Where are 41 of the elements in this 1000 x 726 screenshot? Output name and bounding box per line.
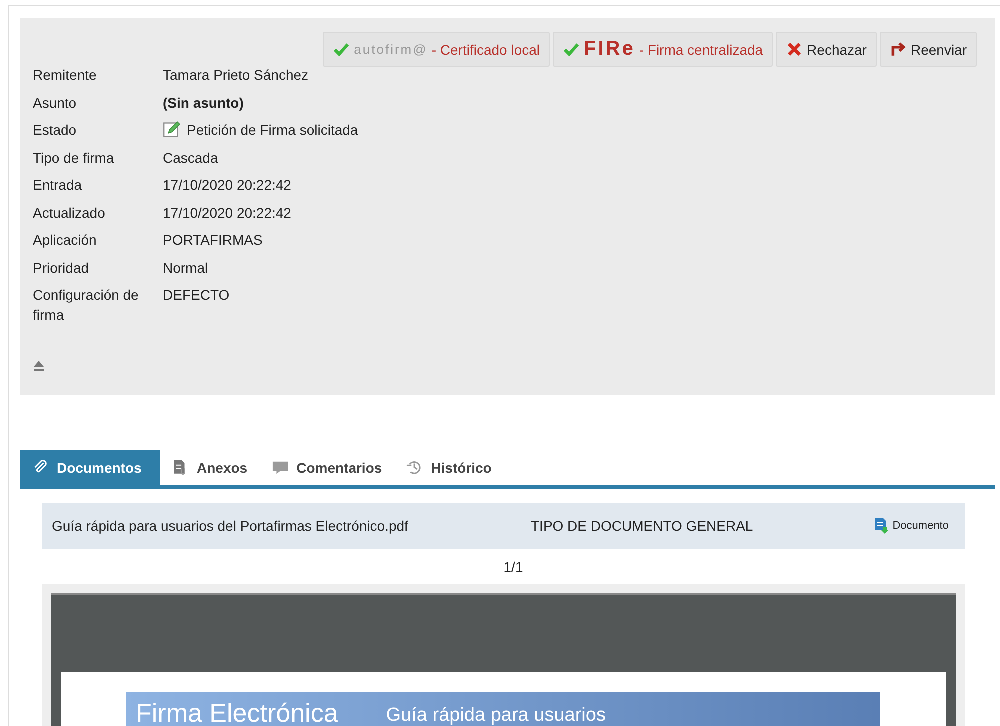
action-button[interactable]: Reenviar — [880, 32, 977, 67]
document-title: Firma Electrónica — [136, 698, 338, 726]
collapse-icon[interactable] — [33, 360, 45, 372]
field-value: DEFECTO — [163, 286, 230, 305]
field-value: 17/10/2020 20:22:42 — [163, 204, 292, 222]
forward-arrow-icon — [890, 41, 907, 58]
field-value: Normal — [163, 258, 208, 278]
action-button[interactable]: Rechazar — [776, 32, 877, 67]
comment-icon — [272, 459, 289, 476]
document-type: TIPO DE DOCUMENTO GENERAL — [531, 518, 754, 534]
field-value: PORTAFIRMAS — [163, 231, 263, 250]
document-subtitle: Guía rápida para usuarios — [386, 704, 606, 726]
page-counter: 1/1 — [502, 558, 524, 577]
tab[interactable]: Anexos — [160, 450, 260, 485]
history-icon — [406, 459, 424, 476]
action-button[interactable]: FIRe - Firma centralizada — [553, 32, 774, 67]
tab[interactable]: Histórico — [394, 450, 504, 485]
action-button[interactable]: autofirm@ - Certificado local — [323, 32, 550, 67]
field-label: Remitente — [33, 66, 98, 85]
field-label: Estado — [33, 121, 78, 140]
field-label: Aplicación — [33, 231, 98, 250]
close-icon — [786, 41, 804, 58]
field-label: Asunto — [33, 94, 78, 112]
tab[interactable]: Comentarios — [260, 450, 394, 485]
download-button[interactable]: Documento — [868, 516, 955, 536]
check-icon — [333, 41, 350, 58]
field-label: Tipo de firma — [33, 148, 116, 168]
document-download-icon — [874, 517, 890, 535]
field-value: (Sin asunto) — [163, 94, 244, 113]
field-value: Petición de Firma solicitada — [187, 121, 358, 140]
field-value: 17/10/2020 20:22:42 — [163, 176, 292, 195]
document-name: Guía rápida para usuarios del Portafirmas Electrónico.pdf — [52, 518, 410, 534]
field-value: Tamara Prieto Sánchez — [163, 66, 309, 85]
tab[interactable]: Documentos — [20, 450, 160, 485]
check-icon — [563, 41, 580, 58]
field-label: Configuración de firma — [33, 286, 140, 325]
field-label: Prioridad — [33, 258, 90, 278]
field-value: Cascada — [163, 148, 218, 168]
field-label: Entrada — [33, 176, 84, 195]
field-label: Actualizado — [33, 204, 106, 222]
edit-icon — [163, 121, 181, 139]
